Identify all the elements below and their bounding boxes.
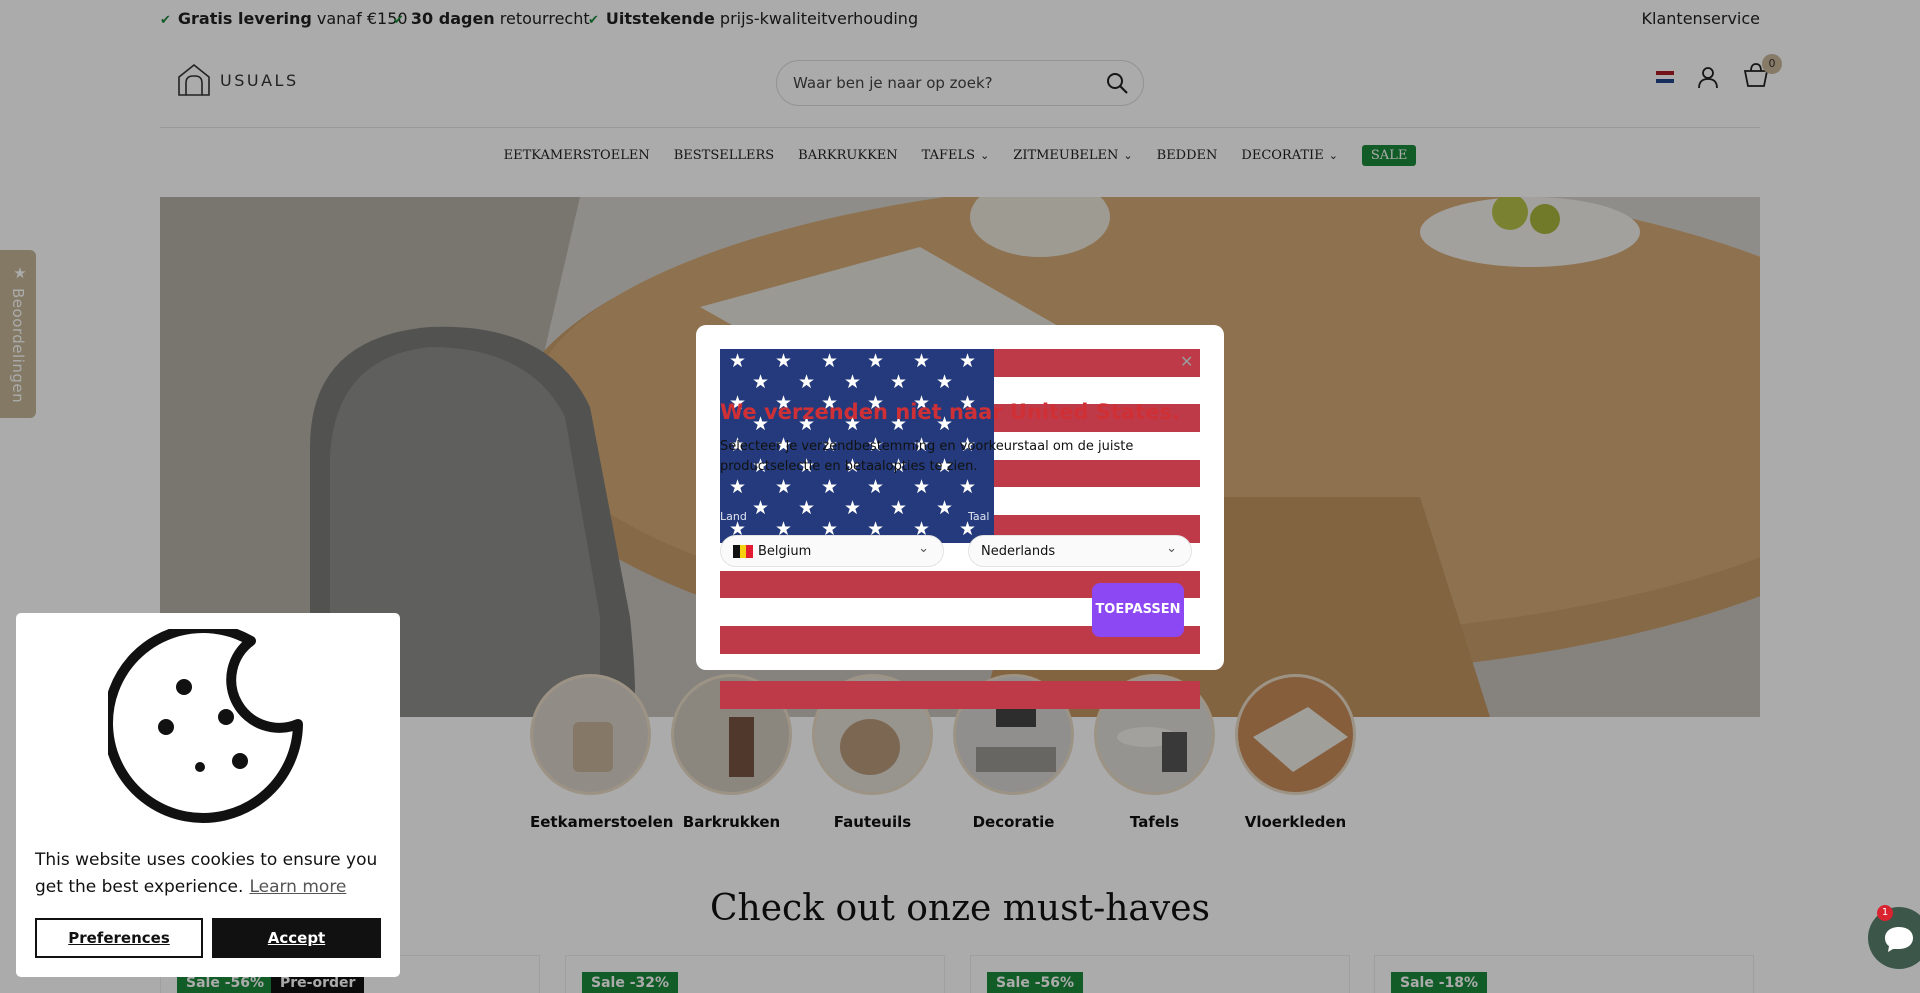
cookie-message: This website uses cookies to ensure you … xyxy=(35,850,378,897)
chat-icon xyxy=(1885,927,1913,952)
be-flag-icon xyxy=(733,545,754,558)
flag-stripe xyxy=(720,681,1200,709)
language-select[interactable]: Nederlands ⌄ xyxy=(968,535,1192,567)
accept-button[interactable]: Accept xyxy=(212,918,381,958)
country-select[interactable]: Belgium ⌄ xyxy=(720,535,944,567)
flag-star: ★ xyxy=(821,476,839,498)
flag-star: ★ xyxy=(798,371,816,393)
flag-star: ★ xyxy=(890,371,908,393)
flag-star: ★ xyxy=(775,476,793,498)
chat-button[interactable] xyxy=(1868,907,1920,969)
flag-star: ★ xyxy=(729,350,747,372)
flag-star: ★ xyxy=(752,371,770,393)
country-value: Belgium xyxy=(758,544,812,559)
flag-star: ★ xyxy=(913,350,931,372)
cookie-banner: This website uses cookies to ensure you … xyxy=(16,613,400,977)
cookie-icon xyxy=(108,629,303,823)
chat-notification-badge: 1 xyxy=(1877,905,1893,921)
language-label: Taal xyxy=(968,510,990,523)
learn-more-link[interactable]: Learn more xyxy=(249,877,346,897)
chevron-down-icon: ⌄ xyxy=(918,541,929,556)
modal-description: Selecteer je verzendbestemming en voorke… xyxy=(720,439,1134,474)
flag-star: ★ xyxy=(821,350,839,372)
flag-star: ★ xyxy=(936,497,954,519)
preferences-button[interactable]: Preferences xyxy=(35,918,203,958)
country-label: Land xyxy=(720,510,747,523)
apply-button[interactable]: TOEPASSEN xyxy=(1092,583,1184,637)
flag-star: ★ xyxy=(844,497,862,519)
flag-star: ★ xyxy=(867,476,885,498)
modal-title: We verzenden niet naar United States. xyxy=(720,400,1180,424)
flag-star: ★ xyxy=(959,476,977,498)
flag-star: ★ xyxy=(752,497,770,519)
language-value: Nederlands xyxy=(981,544,1056,559)
flag-star: ★ xyxy=(867,350,885,372)
flag-star: ★ xyxy=(959,350,977,372)
flag-star: ★ xyxy=(844,371,862,393)
flag-star: ★ xyxy=(890,497,908,519)
flag-star: ★ xyxy=(798,497,816,519)
close-icon[interactable]: ✕ xyxy=(1180,352,1193,371)
flag-star: ★ xyxy=(936,371,954,393)
flag-star: ★ xyxy=(913,476,931,498)
chevron-down-icon: ⌄ xyxy=(1166,541,1177,556)
flag-star: ★ xyxy=(775,350,793,372)
flag-star: ★ xyxy=(729,476,747,498)
